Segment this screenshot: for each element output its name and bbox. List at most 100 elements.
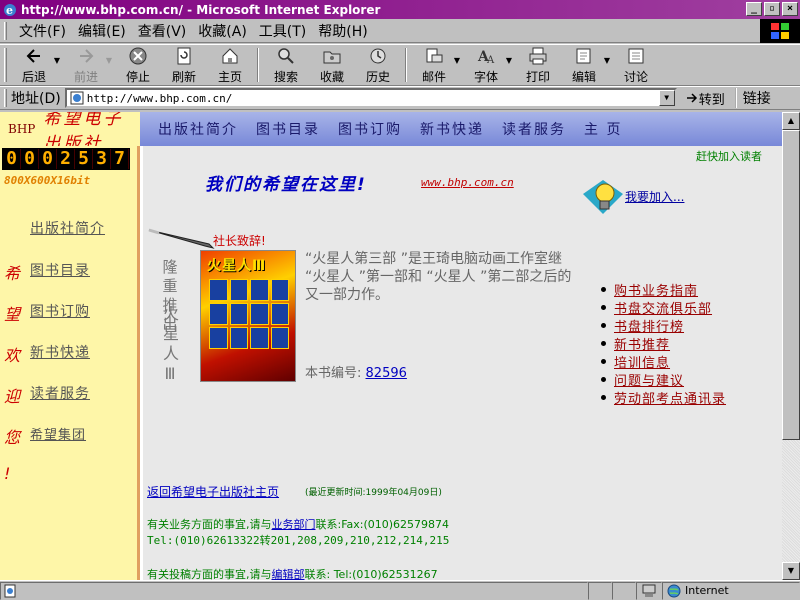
president-address-link[interactable]: 社长致辞! <box>213 232 266 249</box>
mail-icon <box>426 48 443 63</box>
home-button[interactable]: 主页 <box>207 45 253 85</box>
discuss-icon <box>628 48 644 64</box>
scroll-up-button[interactable]: ▲ <box>782 112 800 130</box>
menubar-grip[interactable] <box>4 21 7 40</box>
status-text-pane <box>0 581 588 600</box>
address-label: 地址(D) <box>11 91 61 107</box>
addressbar-grip[interactable] <box>4 89 7 107</box>
sidebar-link-about[interactable]: 出版社简介 <box>30 218 105 238</box>
right-link-label[interactable]: 问题与建议 <box>614 370 684 389</box>
book-number-link[interactable]: 82596 <box>366 366 407 381</box>
book-cover-image[interactable]: 火星人Ⅲ <box>200 250 296 382</box>
favorites-button[interactable]: 收藏 <box>309 45 355 85</box>
stop-label: 停止 <box>125 70 150 84</box>
edit-label: 编辑 <box>571 70 596 84</box>
back-dropdown-icon[interactable]: ▼ <box>51 56 63 65</box>
vertical-scrollbar[interactable]: ▲ ▼ <box>782 112 800 580</box>
search-button[interactable]: 搜索 <box>263 45 309 85</box>
svg-text:A: A <box>486 55 495 66</box>
mail-button[interactable]: 邮件 <box>411 45 457 85</box>
maximize-button[interactable]: ▫ <box>764 2 780 16</box>
topnav-order[interactable]: 图书订购 <box>338 119 402 139</box>
topnav-home[interactable]: 主 页 <box>584 119 622 139</box>
edit-dropdown-icon[interactable]: ▼ <box>601 56 613 65</box>
list-item[interactable]: 劳动部考点通讯录 <box>601 388 726 407</box>
fonts-button[interactable]: AA 字体 <box>463 45 509 85</box>
status-empty-pane <box>612 581 636 600</box>
book-cover-art <box>209 279 289 349</box>
sidebar-link-catalog[interactable]: 图书目录 <box>30 260 90 280</box>
menu-bar: 文件(F) 编辑(E) 查看(V) 收藏(A) 工具(T) 帮助(H) <box>0 19 800 43</box>
fonts-dropdown-icon[interactable]: ▼ <box>503 56 515 65</box>
join-reader-link[interactable]: 赶快加入读者 <box>696 148 762 164</box>
discuss-label: 讨论 <box>623 70 648 84</box>
toolbar-separator <box>257 48 259 82</box>
topnav-catalog[interactable]: 图书目录 <box>256 119 320 139</box>
menu-help[interactable]: 帮助(H) <box>312 21 373 41</box>
mail-dropdown-icon[interactable]: ▼ <box>451 56 463 65</box>
history-button[interactable]: 历史 <box>355 45 401 85</box>
menu-view[interactable]: 查看(V) <box>132 21 193 41</box>
address-input[interactable]: http://www.bhp.com.cn/ ▼ <box>64 88 677 108</box>
refresh-button[interactable]: 刷新 <box>161 45 207 85</box>
want-join-link[interactable]: 我要加入... <box>625 188 684 205</box>
list-item[interactable]: 新书推荐 <box>601 334 726 353</box>
minimize-button[interactable]: _ <box>746 2 762 16</box>
status-zone: Internet <box>662 581 800 600</box>
page-content: BHP 希望电子出版社 出版社简介 图书目录 图书订购 新书快递 读者服务 主 … <box>0 112 782 580</box>
list-item[interactable]: 书盘交流俱乐部 <box>601 298 726 317</box>
sidebar-link-service[interactable]: 读者服务 <box>30 383 90 403</box>
list-item[interactable]: 购书业务指南 <box>601 280 726 299</box>
counter-digit: 3 <box>93 149 111 169</box>
history-label: 历史 <box>365 70 390 84</box>
list-item[interactable]: 问题与建议 <box>601 370 726 389</box>
sidebar-link-newbooks[interactable]: 新书快递 <box>30 342 90 362</box>
back-button[interactable]: 后退 <box>11 45 57 85</box>
go-arrow-icon <box>686 93 697 103</box>
close-button[interactable]: × <box>782 2 798 16</box>
book-number-label: 本书编号: <box>305 366 362 381</box>
stop-button[interactable]: 停止 <box>115 45 161 85</box>
favorites-folder-icon <box>323 51 341 64</box>
links-button[interactable]: 链接 <box>734 88 771 108</box>
go-button[interactable]: 转到 <box>685 89 725 108</box>
topnav-service[interactable]: 读者服务 <box>502 119 566 139</box>
right-link-label[interactable]: 书盘交流俱乐部 <box>614 298 712 317</box>
computer-icon <box>642 584 656 597</box>
scroll-thumb[interactable] <box>782 130 800 440</box>
sidebar-link-group[interactable]: 希望集团 <box>30 424 86 443</box>
right-link-label[interactable]: 购书业务指南 <box>614 280 698 299</box>
topnav-newbooks[interactable]: 新书快递 <box>420 119 484 139</box>
address-dropdown-icon[interactable]: ▼ <box>658 90 675 106</box>
editorial-dept-link[interactable]: 编辑部 <box>272 568 305 580</box>
topnav-about[interactable]: 出版社简介 <box>158 119 238 139</box>
list-item[interactable]: 书盘排行榜 <box>601 316 726 335</box>
menu-edit[interactable]: 编辑(E) <box>72 21 132 41</box>
search-icon <box>278 48 294 64</box>
menu-favorites[interactable]: 收藏(A) <box>192 21 253 41</box>
menu-tools[interactable]: 工具(T) <box>253 21 312 41</box>
toolbar-grip[interactable] <box>4 48 7 82</box>
zone-label: Internet <box>685 584 729 597</box>
edit-button[interactable]: 编辑 <box>561 45 607 85</box>
scroll-down-button[interactable]: ▼ <box>782 562 800 580</box>
sidebar-link-order[interactable]: 图书订购 <box>30 301 90 321</box>
right-link-label[interactable]: 劳动部考点通讯录 <box>614 388 726 407</box>
menu-file[interactable]: 文件(F) <box>13 21 72 41</box>
address-url: http://www.bhp.com.cn/ <box>86 91 233 105</box>
slogan-url[interactable]: www.bhp.com.cn <box>421 176 514 189</box>
forward-dropdown-icon[interactable]: ▼ <box>103 56 115 65</box>
right-link-label[interactable]: 书盘排行榜 <box>614 316 684 335</box>
right-link-label[interactable]: 培训信息 <box>614 352 670 371</box>
print-button[interactable]: 打印 <box>515 45 561 85</box>
discuss-button[interactable]: 讨论 <box>613 45 659 85</box>
back-home-link[interactable]: 返回希望电子出版社主页 <box>147 483 279 500</box>
forward-button[interactable]: 前进 <box>63 45 109 85</box>
business-dept-link[interactable]: 业务部门 <box>272 518 316 531</box>
fonts-label: 字体 <box>473 70 498 84</box>
list-item[interactable]: 培训信息 <box>601 352 726 371</box>
book-number: 本书编号: 82596 <box>305 362 407 381</box>
status-pane-security <box>636 581 662 600</box>
right-link-label[interactable]: 新书推荐 <box>614 334 670 353</box>
ie-logo-icon: e <box>4 3 16 17</box>
